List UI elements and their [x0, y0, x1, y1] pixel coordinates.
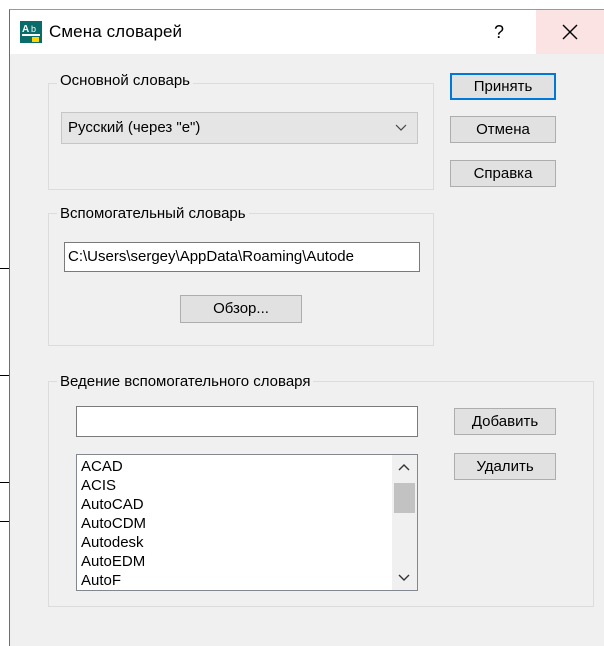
page-tick-mark — [0, 375, 9, 376]
dictionary-app-icon: A b — [20, 21, 42, 43]
list-item[interactable]: AutoF — [77, 571, 417, 590]
word-list[interactable]: ACAD ACIS AutoCAD AutoCDM Autodesk AutoE… — [76, 454, 418, 591]
add-word-button[interactable]: Добавить — [454, 408, 556, 435]
chevron-down-icon — [395, 124, 407, 131]
aux-dictionary-path-field[interactable]: C:\Users\sergey\AppData\Roaming\Autode — [64, 242, 420, 272]
list-item[interactable]: Autodesk — [77, 533, 417, 552]
scroll-up-icon[interactable] — [398, 463, 410, 471]
help-title-button[interactable]: ? — [470, 10, 528, 54]
title-bar[interactable]: A b Смена словарей ? — [10, 10, 604, 54]
word-list-scrollbar[interactable] — [392, 455, 417, 590]
list-item[interactable]: AutoCDM — [77, 514, 417, 533]
main-dictionary-label: Основной словарь — [57, 72, 193, 90]
scroll-down-icon[interactable] — [398, 574, 410, 582]
page-tick-mark — [0, 521, 9, 522]
svg-text:A: A — [22, 24, 29, 35]
close-icon — [562, 24, 578, 40]
main-dictionary-select[interactable]: Русский (через "е") — [61, 112, 418, 144]
help-button[interactable]: Справка — [450, 160, 556, 187]
list-item[interactable]: ACAD — [77, 457, 417, 476]
page-tick-mark — [0, 482, 9, 483]
page-tick-mark — [0, 268, 9, 269]
new-word-input[interactable] — [76, 406, 418, 437]
aux-management-label: Ведение вспомогательного словаря — [57, 373, 314, 391]
window-title: Смена словарей — [49, 22, 183, 41]
cancel-button[interactable]: Отмена — [450, 116, 556, 143]
close-button[interactable] — [536, 10, 604, 54]
svg-text:b: b — [31, 24, 36, 34]
delete-word-button[interactable]: Удалить — [454, 453, 556, 480]
browse-button[interactable]: Обзор... — [180, 295, 302, 323]
accept-button[interactable]: Принять — [450, 73, 556, 100]
list-item[interactable]: AutoEDM — [77, 552, 417, 571]
aux-dictionary-group — [48, 213, 434, 346]
main-dictionary-value: Русский (через "е") — [68, 119, 201, 136]
list-item[interactable]: AutoCAD — [77, 495, 417, 514]
scroll-thumb[interactable] — [394, 483, 415, 513]
aux-dictionary-label: Вспомогательный словарь — [57, 205, 249, 223]
spelling-dictionaries-dialog: A b Смена словарей ? Основной словарь Ру… — [9, 9, 604, 646]
list-item[interactable]: ACIS — [77, 476, 417, 495]
